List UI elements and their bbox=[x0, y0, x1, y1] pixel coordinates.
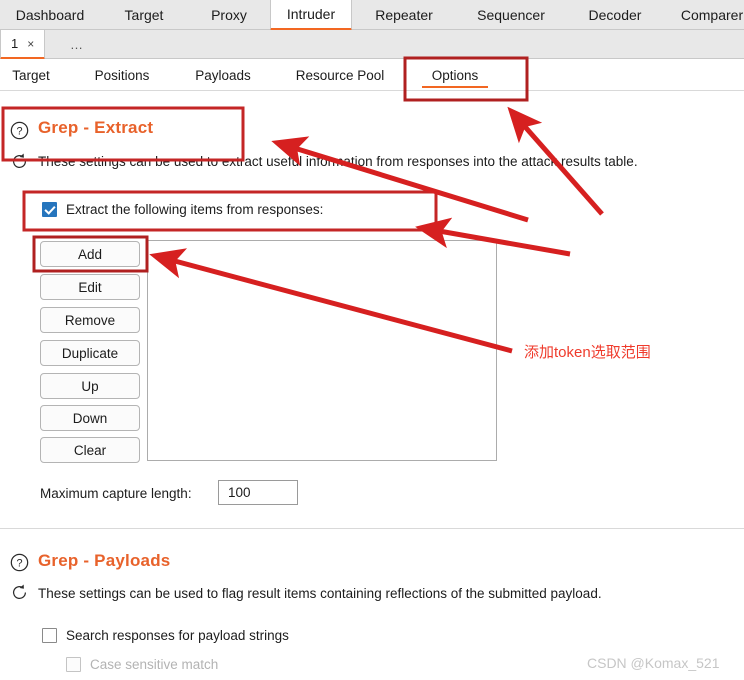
clear-button[interactable]: Clear bbox=[40, 437, 140, 463]
case-sensitive-match-label: Case sensitive match bbox=[90, 657, 219, 672]
max-capture-length-label: Maximum capture length: bbox=[40, 486, 192, 501]
main-tab-bar: Dashboard Target Proxy Intruder Repeater… bbox=[0, 0, 744, 31]
button-label: Clear bbox=[73, 442, 107, 458]
main-tab-target[interactable]: Target bbox=[100, 0, 188, 30]
main-tab-label: Intruder bbox=[286, 6, 336, 22]
button-label: Add bbox=[77, 246, 103, 262]
svg-text:?: ? bbox=[16, 558, 22, 570]
max-capture-length-input[interactable]: 100 bbox=[218, 480, 298, 505]
search-payload-strings-checkbox-row[interactable]: Search responses for payload strings bbox=[42, 628, 289, 643]
main-tab-label: Sequencer bbox=[477, 7, 545, 23]
button-label: Remove bbox=[64, 312, 116, 328]
svg-text:?: ? bbox=[16, 126, 22, 138]
max-capture-length-value: 100 bbox=[228, 485, 251, 500]
grep-extract-title: Grep - Extract bbox=[38, 118, 154, 137]
sub-tab-payloads[interactable]: Payloads bbox=[180, 59, 266, 91]
main-tab-label: Dashboard bbox=[15, 7, 85, 23]
up-button[interactable]: Up bbox=[40, 373, 140, 399]
attack-instance-tab-bar: 1 × … bbox=[0, 30, 744, 60]
close-icon[interactable]: × bbox=[27, 37, 34, 51]
edit-button[interactable]: Edit bbox=[40, 274, 140, 300]
main-tab-label: Repeater bbox=[375, 7, 433, 23]
search-payload-strings-checkbox[interactable] bbox=[42, 628, 57, 643]
grep-extract-description: These settings can be used to extract us… bbox=[38, 154, 638, 169]
attack-tab-label: 1 bbox=[11, 36, 19, 51]
section-divider bbox=[0, 528, 744, 529]
search-payload-strings-label: Search responses for payload strings bbox=[66, 628, 289, 643]
question-circle-icon[interactable]: ? bbox=[10, 553, 29, 572]
sub-tab-label: Resource Pool bbox=[295, 67, 385, 83]
sub-tab-resource-pool[interactable]: Resource Pool bbox=[276, 59, 404, 91]
case-sensitive-match-checkbox[interactable] bbox=[66, 657, 81, 672]
main-tab-sequencer[interactable]: Sequencer bbox=[456, 0, 566, 30]
button-label: Up bbox=[81, 378, 99, 394]
csdn-watermark: CSDN @Komax_521 bbox=[587, 655, 720, 671]
add-button[interactable]: Add bbox=[40, 241, 140, 267]
sub-tab-options[interactable]: Options bbox=[414, 59, 496, 91]
refresh-circle-icon[interactable] bbox=[10, 583, 29, 602]
duplicate-button[interactable]: Duplicate bbox=[40, 340, 140, 366]
button-label: Edit bbox=[78, 279, 102, 295]
intruder-sub-tab-bar: Target Positions Payloads Resource Pool … bbox=[0, 59, 744, 91]
annotation-note-add-token-range: 添加token选取范围 bbox=[524, 344, 651, 361]
sub-tab-label: Options bbox=[431, 67, 479, 83]
extract-items-checkbox[interactable] bbox=[42, 202, 57, 217]
sub-tab-target[interactable]: Target bbox=[0, 59, 62, 91]
main-tab-label: Comparer bbox=[680, 7, 744, 23]
case-sensitive-match-checkbox-row[interactable]: Case sensitive match bbox=[66, 657, 218, 672]
grep-payloads-description: These settings can be used to flag resul… bbox=[38, 586, 602, 601]
main-tab-label: Proxy bbox=[211, 7, 247, 23]
main-tab-comparer[interactable]: Comparer bbox=[664, 0, 744, 30]
sub-tab-label: Positions bbox=[94, 67, 150, 83]
grep-payloads-title: Grep - Payloads bbox=[38, 551, 171, 570]
button-label: Down bbox=[72, 410, 108, 426]
ellipsis-icon: … bbox=[70, 37, 84, 52]
main-tab-proxy[interactable]: Proxy bbox=[188, 0, 270, 30]
main-tab-intruder[interactable]: Intruder bbox=[270, 0, 352, 31]
burp-suite-window: Dashboard Target Proxy Intruder Repeater… bbox=[0, 0, 744, 680]
sub-tab-label: Payloads bbox=[195, 67, 251, 83]
main-tab-repeater[interactable]: Repeater bbox=[352, 0, 456, 30]
main-tab-label: Target bbox=[124, 7, 164, 23]
main-tab-decoder[interactable]: Decoder bbox=[566, 0, 664, 30]
attack-tab-more-button[interactable]: … bbox=[58, 30, 96, 59]
down-button[interactable]: Down bbox=[40, 405, 140, 431]
sub-tab-positions[interactable]: Positions bbox=[76, 59, 168, 91]
extract-items-listbox[interactable] bbox=[147, 240, 497, 461]
attack-tab-1[interactable]: 1 × bbox=[0, 30, 46, 60]
sub-tab-label: Target bbox=[12, 67, 50, 83]
refresh-circle-icon[interactable] bbox=[10, 152, 29, 171]
remove-button[interactable]: Remove bbox=[40, 307, 140, 333]
main-tab-label: Decoder bbox=[588, 7, 642, 23]
question-circle-icon[interactable]: ? bbox=[10, 121, 29, 140]
extract-items-checkbox-row[interactable]: Extract the following items from respons… bbox=[42, 202, 323, 217]
extract-items-label: Extract the following items from respons… bbox=[66, 202, 324, 217]
button-label: Duplicate bbox=[61, 345, 119, 361]
main-tab-dashboard[interactable]: Dashboard bbox=[0, 0, 100, 30]
